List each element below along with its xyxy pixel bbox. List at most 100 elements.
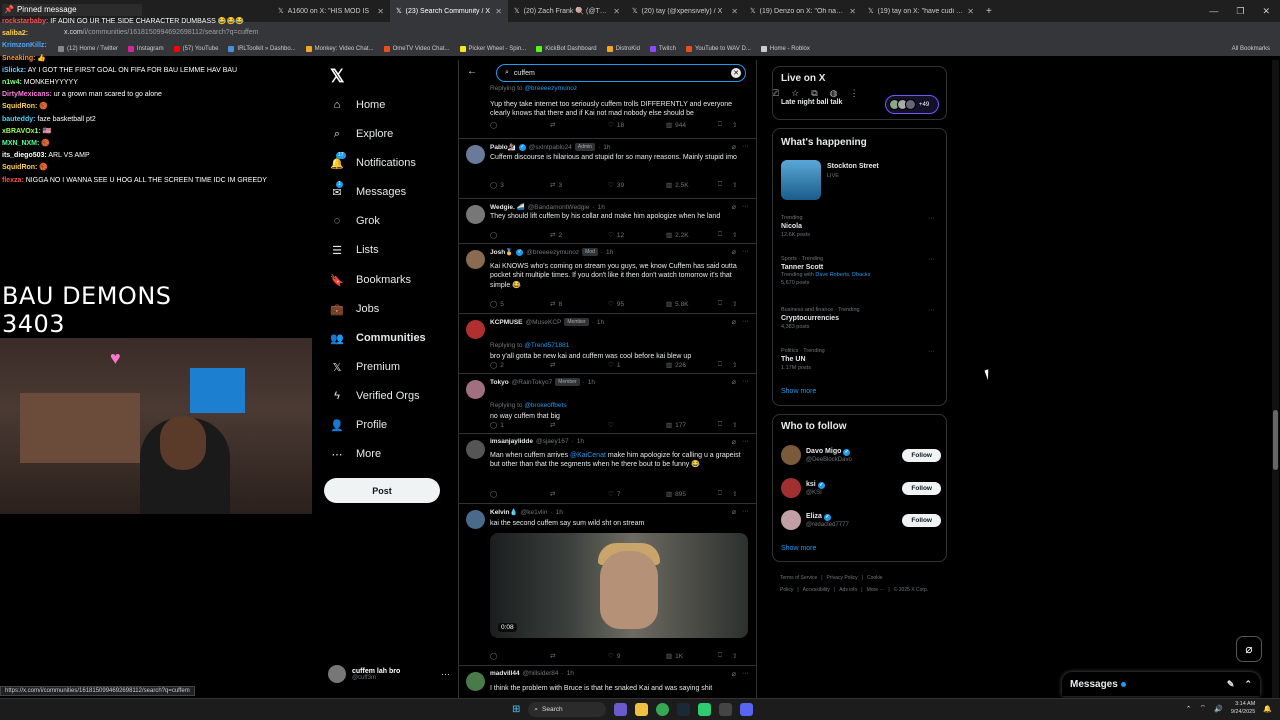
tweet-video[interactable]: 0:08 [490,533,748,638]
follow-suggestion[interactable]: Eliza ✓ @redacted7777 Follow [781,508,941,532]
tweet-time[interactable]: 1h [597,319,604,326]
footer-link[interactable]: © 2025 X Corp. [894,587,929,593]
sidebar-item-premium[interactable]: 𝕏 Premium [330,357,400,377]
bookmark-item[interactable]: Home - Roblox [760,46,810,52]
share-icon[interactable]: ⇧ [732,231,737,239]
trend-item[interactable]: Trending Nicola 12.6K posts ··· [781,215,941,238]
sidebar-item-explore[interactable]: ⌕ Explore [330,124,393,144]
tweet-author-name[interactable]: Kelvin💧 [490,508,518,516]
tweet[interactable]: Pablo🏂 ✓ @sxlntpablo24 Admin · 1h ⌀ ··· Cuffem d… [458,139,757,199]
views-button[interactable]: ▥ 5.8K [666,300,718,309]
tweet[interactable]: Kelvin💧 @ke1vlin · 1h ⌀ ··· kai the second cuf… [458,504,757,666]
bookmark-icon[interactable]: ⎕ [718,181,732,189]
reply-button[interactable]: ◯ [490,231,550,239]
browser-tab[interactable]: 𝕏 (19) Denzo on X: "Oh nah http ✕ [744,0,862,22]
steam-icon[interactable] [677,703,691,716]
follow-button[interactable]: Follow [902,513,941,527]
tweet[interactable]: imsanjaylidde @sjaey167 · 1h ⌀ ··· Man when cu… [458,434,757,504]
grok-icon[interactable]: ⌀ [732,318,736,326]
heart-button[interactable]: ♡ 39 [608,181,666,190]
close-tab-icon[interactable]: ✕ [849,7,856,16]
sidebar-item-more[interactable]: ⋯ More [330,444,382,464]
sidebar-item-jobs[interactable]: 💼 Jobs [330,299,379,319]
follow-suggestion[interactable]: Davo Migo ✓ @DeeBlockDavo Follow [781,443,941,467]
tweet-handle[interactable]: @MuseKCP [526,319,562,326]
more-dots-icon[interactable]: ··· [742,670,749,678]
reply-button[interactable]: ◯ [490,652,550,660]
tweet-author-name[interactable]: Pablo🏂 [490,143,516,151]
grok-icon[interactable]: ⌀ [732,143,736,151]
grok-icon[interactable]: ⌀ [732,378,736,386]
sidebar-item-profile[interactable]: 👤 Profile [330,415,387,435]
more-dots-icon[interactable]: ··· [742,438,749,446]
heart-button[interactable]: ♡ 1 [608,361,666,370]
tweet-handle[interactable]: @sxlntpablo24 [529,144,572,151]
windows-start-icon[interactable]: ⊞ [512,704,520,715]
heart-button[interactable]: ♡ [608,421,666,429]
trend-item[interactable]: Business and finance · Trending Cryptocur… [781,307,941,330]
retweet-button[interactable]: ⇄ [550,490,608,498]
tweet[interactable]: Replying to @breeeezymunoz Yup they take … [458,84,757,139]
search-input[interactable]: ⌕ cuffem ✕ [496,64,746,82]
heart-button[interactable]: ♡ 95 [608,300,666,309]
tweet-handle[interactable]: @hillsider84 [523,670,559,677]
new-tab-button[interactable]: + [980,6,998,17]
views-button[interactable]: ▥ 895 [666,490,718,499]
sidebar-item-lists[interactable]: ☰ Lists [330,240,379,260]
all-bookmarks[interactable]: All Bookmarks [1232,46,1280,52]
minimize-icon[interactable]: — [1209,6,1218,17]
more-dots-icon[interactable]: ··· [742,248,749,256]
app-icon[interactable] [698,703,712,716]
retweet-button[interactable]: ⇄ [550,652,608,660]
tweet-handle[interactable]: @BandamontWedgie [528,204,590,211]
grok-icon[interactable]: ⌀ [1236,636,1262,662]
trend-item[interactable]: Sports · Trending Tanner Scott Trending wi… [781,256,941,286]
bookmark-item[interactable]: OmeTV Video Chat... [383,46,450,52]
trend-item[interactable]: Politics · Trending The UN 1.17M posts ··· [781,348,941,371]
tweet-time[interactable]: 1h [556,509,563,516]
account-switcher[interactable]: cuffem lah bro @cuff3m ··· [328,662,450,686]
retweet-button[interactable]: ⇄ 3 [550,181,608,190]
tweet-time[interactable]: 1h [588,379,595,386]
avatar[interactable] [466,145,485,164]
show-more-trends[interactable]: Show more [781,388,816,395]
tweet-handle[interactable]: @ke1vlin [521,509,548,516]
avatar[interactable] [466,250,485,269]
obs-icon[interactable] [719,703,733,716]
views-button[interactable]: ▥ 226 [666,361,718,370]
post-button[interactable]: Post [324,478,440,503]
new-message-icon[interactable]: ✎ [1227,679,1235,690]
retweet-button[interactable]: ⇄ 8 [550,300,608,309]
tweet-author-name[interactable]: KCPMUSE [490,319,523,326]
close-tab-icon[interactable]: ✕ [731,7,738,16]
footer-link[interactable]: Terms of Service [780,575,817,581]
show-more-follow[interactable]: Show more [781,545,816,552]
tweet-author-name[interactable]: Wedgie. 🚄 [490,203,525,211]
reply-button[interactable]: ◯ 2 [490,361,550,370]
page-scrollbar[interactable] [1272,60,1279,700]
avatar[interactable] [466,440,485,459]
tweet-author-name[interactable]: Tokyo [490,379,509,386]
sidebar-item-messages[interactable]: ✉ 1 Messages [330,180,406,202]
bookmark-icon[interactable]: ⎕ [718,361,732,369]
scrollbar-thumb[interactable] [1273,410,1278,470]
grok-icon[interactable]: ⌀ [732,508,736,516]
grok-icon[interactable]: ⌀ [732,438,736,446]
grok-icon[interactable]: ⌀ [732,203,736,211]
follow-button[interactable]: Follow [902,448,941,462]
footer-link[interactable]: More ··· [867,587,885,593]
more-dots-icon[interactable]: ··· [742,318,749,326]
close-tab-icon[interactable]: ✕ [495,7,502,16]
taskbar-search[interactable]: ⌕ Search [528,702,607,717]
more-dots-icon[interactable]: ··· [742,508,749,516]
views-button[interactable]: ▥ 1K [666,652,718,661]
bookmark-item[interactable]: DistroKid [606,46,640,52]
views-button[interactable]: ▥ 944 [666,121,718,130]
featured-trend[interactable]: Stockton Street LIVE [781,160,879,200]
more-dots-icon[interactable]: ··· [742,143,749,151]
chevron-up-icon[interactable]: ⌃ [1244,679,1252,690]
chevron-up-icon[interactable]: ⌃ [1186,705,1192,713]
retweet-button[interactable]: ⇄ [550,361,608,369]
avatar[interactable] [466,205,485,224]
avatar[interactable] [466,380,485,399]
